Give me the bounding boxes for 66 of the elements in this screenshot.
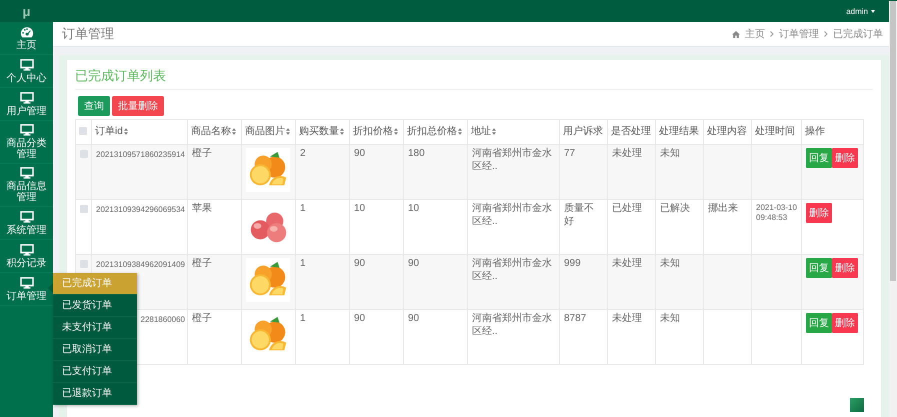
row-checkbox[interactable] <box>80 150 88 158</box>
sort-icon <box>394 128 398 135</box>
monitor-icon <box>20 276 34 288</box>
table-cell: 未知 <box>656 310 704 364</box>
table-cell: 橙子 <box>188 144 242 200</box>
delete-button[interactable]: 删除 <box>832 313 858 333</box>
table-cell: 橙子 <box>188 254 242 310</box>
sort-icon <box>232 128 236 135</box>
table-cell: 20213109571860235914 <box>92 144 188 200</box>
table-cell: 河南省郑州市金水区经.. <box>468 144 560 200</box>
breadcrumb-link[interactable]: 订单管理 <box>779 27 819 41</box>
table-cell: 180 <box>404 144 468 200</box>
sort-icon <box>458 128 462 135</box>
chevron-icon <box>770 31 774 37</box>
sort-icon <box>340 128 344 135</box>
table-cell: 河南省郑州市金水区经.. <box>468 310 560 364</box>
table-cell: 8787 <box>560 310 608 364</box>
delete-button[interactable]: 删除 <box>832 258 858 278</box>
table-cell: 999 <box>560 254 608 310</box>
row-checkbox[interactable] <box>80 260 88 268</box>
table-cell: 河南省郑州市金水区经.. <box>468 254 560 310</box>
sort-icon <box>492 128 496 135</box>
table-cell: 90 <box>350 254 404 310</box>
scrollbar-thumb[interactable] <box>890 1 896 281</box>
breadcrumb-link[interactable]: 已完成订单 <box>833 27 883 41</box>
dashboard-icon <box>20 26 34 38</box>
monitor-icon <box>20 92 34 104</box>
monitor-icon <box>20 124 34 136</box>
reply-button[interactable]: 回复 <box>806 313 832 333</box>
home-icon <box>732 30 740 38</box>
table-cell: 1 <box>296 310 350 364</box>
reply-button[interactable]: 回复 <box>806 148 832 168</box>
logo: μ <box>22 4 30 18</box>
table-cell: 90 <box>350 310 404 364</box>
sort-icon <box>286 128 290 135</box>
batch-delete-button[interactable]: 批量删除 <box>112 96 164 116</box>
table-cell: 未知 <box>656 254 704 310</box>
table-cell: 未知 <box>656 144 704 200</box>
table-cell: 未处理 <box>608 254 656 310</box>
user-menu[interactable]: admin <box>846 6 875 16</box>
table-cell: 未处理 <box>608 144 656 200</box>
table-cell: 90 <box>350 144 404 200</box>
monitor-icon <box>20 244 34 256</box>
table-cell: 90 <box>404 254 468 310</box>
chevron-icon <box>824 31 828 37</box>
card-title: 已完成订单列表 <box>75 65 873 90</box>
breadcrumb-link[interactable]: 主页 <box>745 27 765 41</box>
reply-button[interactable]: 回复 <box>806 258 832 278</box>
table-cell: 90 <box>404 310 468 364</box>
table-cell: 未处理 <box>608 310 656 364</box>
sort-icon <box>124 128 128 135</box>
table-cell: 77 <box>560 144 608 200</box>
caret-icon <box>871 10 875 12</box>
floating-button[interactable] <box>850 398 864 412</box>
table-cell: 橙子 <box>188 310 242 364</box>
monitor-icon <box>20 210 34 222</box>
monitor-icon <box>20 58 34 70</box>
page-title: 订单管理 <box>62 25 114 43</box>
monitor-icon <box>20 167 34 179</box>
query-button[interactable]: 查询 <box>78 96 110 116</box>
delete-button[interactable]: 删除 <box>832 148 858 168</box>
select-all-checkbox[interactable] <box>79 127 87 135</box>
row-checkbox[interactable] <box>80 205 88 213</box>
delete-button[interactable]: 删除 <box>806 203 832 223</box>
table-cell: 2 <box>296 144 350 200</box>
table-cell: 1 <box>296 254 350 310</box>
